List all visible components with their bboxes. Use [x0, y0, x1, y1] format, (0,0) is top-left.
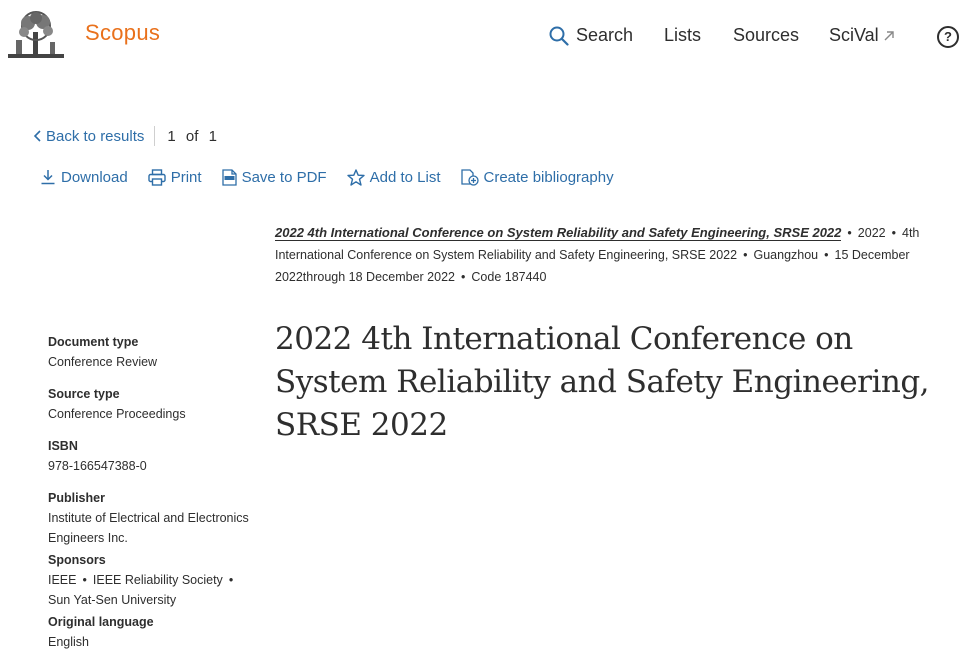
sponsor-item: Sun Yat-Sen University — [48, 593, 177, 607]
separator-dot: • — [743, 248, 748, 262]
chevron-left-icon — [33, 130, 41, 142]
document-type-label: Document type — [48, 335, 139, 349]
print-button[interactable]: Print — [148, 168, 202, 186]
download-button[interactable]: Download — [40, 168, 128, 186]
elsevier-logo-icon[interactable] — [8, 10, 64, 60]
star-icon — [346, 168, 365, 186]
create-bibliography-button[interactable]: Create bibliography — [460, 168, 614, 186]
sponsors-label: Sponsors — [48, 553, 106, 567]
document-type-value: Conference Review — [48, 355, 158, 369]
print-icon — [148, 168, 166, 186]
source-year: 2022 — [857, 226, 886, 240]
results-navigation: Back to results 1 of 1 — [33, 126, 223, 146]
search-icon — [549, 26, 569, 46]
top-header: Scopus Search Lists Sources SciVal ? — [0, 0, 964, 70]
isbn-value: 978-166547388-0 — [48, 459, 147, 473]
add-to-list-button[interactable]: Add to List — [346, 168, 441, 186]
back-to-results-label: Back to results — [46, 127, 145, 145]
create-bibliography-label: Create bibliography — [483, 168, 614, 186]
source-info: 2022 4th International Conference on Sys… — [275, 222, 945, 288]
scopus-brand[interactable]: Scopus — [85, 20, 160, 46]
sponsor-item: IEEE — [48, 573, 77, 587]
publisher-label: Publisher — [48, 491, 105, 505]
document-actions: Download Print Save to PDF Add to List C… — [40, 168, 634, 186]
publisher-value: Institute of Electrical and Electronics … — [48, 511, 249, 545]
external-link-icon — [884, 30, 894, 40]
nav-search-label: Search — [576, 25, 634, 45]
source-location: Guangzhou — [753, 248, 819, 262]
pager-total: 1 — [208, 127, 217, 145]
source-type-label: Source type — [48, 387, 120, 401]
separator-dot: • — [461, 270, 466, 284]
nav-scival[interactable]: SciVal — [829, 25, 895, 46]
source-code: Code 187440 — [471, 270, 547, 284]
add-to-list-label: Add to List — [369, 168, 441, 186]
help-icon[interactable]: ? — [937, 26, 959, 48]
document-details: Document type Conference Review Source t… — [48, 330, 263, 652]
document-title: 2022 4th International Conference on Sys… — [275, 321, 930, 443]
separator-dot: • — [847, 226, 852, 240]
isbn-label: ISBN — [48, 439, 78, 453]
nav-search[interactable]: Search — [549, 25, 633, 46]
download-label: Download — [61, 168, 128, 186]
nav-lists[interactable]: Lists — [664, 25, 701, 46]
pdf-file-icon — [221, 168, 237, 186]
bibliography-add-icon — [460, 169, 479, 186]
source-type-value: Conference Proceedings — [48, 407, 186, 421]
sponsors-value: IEEE • IEEE Reliability Society • Sun Yat-Se… — [48, 570, 263, 610]
back-to-results-link[interactable]: Back to results — [33, 128, 144, 145]
separator-dot: • — [82, 573, 87, 587]
original-language-label: Original language — [48, 615, 154, 629]
save-to-pdf-label: Save to PDF — [241, 168, 327, 186]
result-pager: 1 of 1 — [167, 128, 223, 145]
pager-current: 1 — [167, 127, 176, 145]
separator-dot: • — [824, 248, 829, 262]
print-label: Print — [170, 168, 202, 186]
separator-dot: • — [228, 573, 234, 587]
separator-dot: • — [891, 226, 896, 240]
sponsor-item: IEEE Reliability Society — [92, 573, 223, 587]
nav-sources[interactable]: Sources — [733, 25, 799, 46]
original-language-value: English — [48, 635, 89, 649]
save-to-pdf-button[interactable]: Save to PDF — [221, 168, 327, 186]
nav-scival-label: SciVal — [829, 25, 879, 45]
divider — [154, 126, 156, 146]
source-title-link[interactable]: 2022 4th International Conference on Sys… — [275, 225, 842, 241]
pager-of: of — [185, 127, 199, 145]
download-icon — [41, 170, 55, 185]
